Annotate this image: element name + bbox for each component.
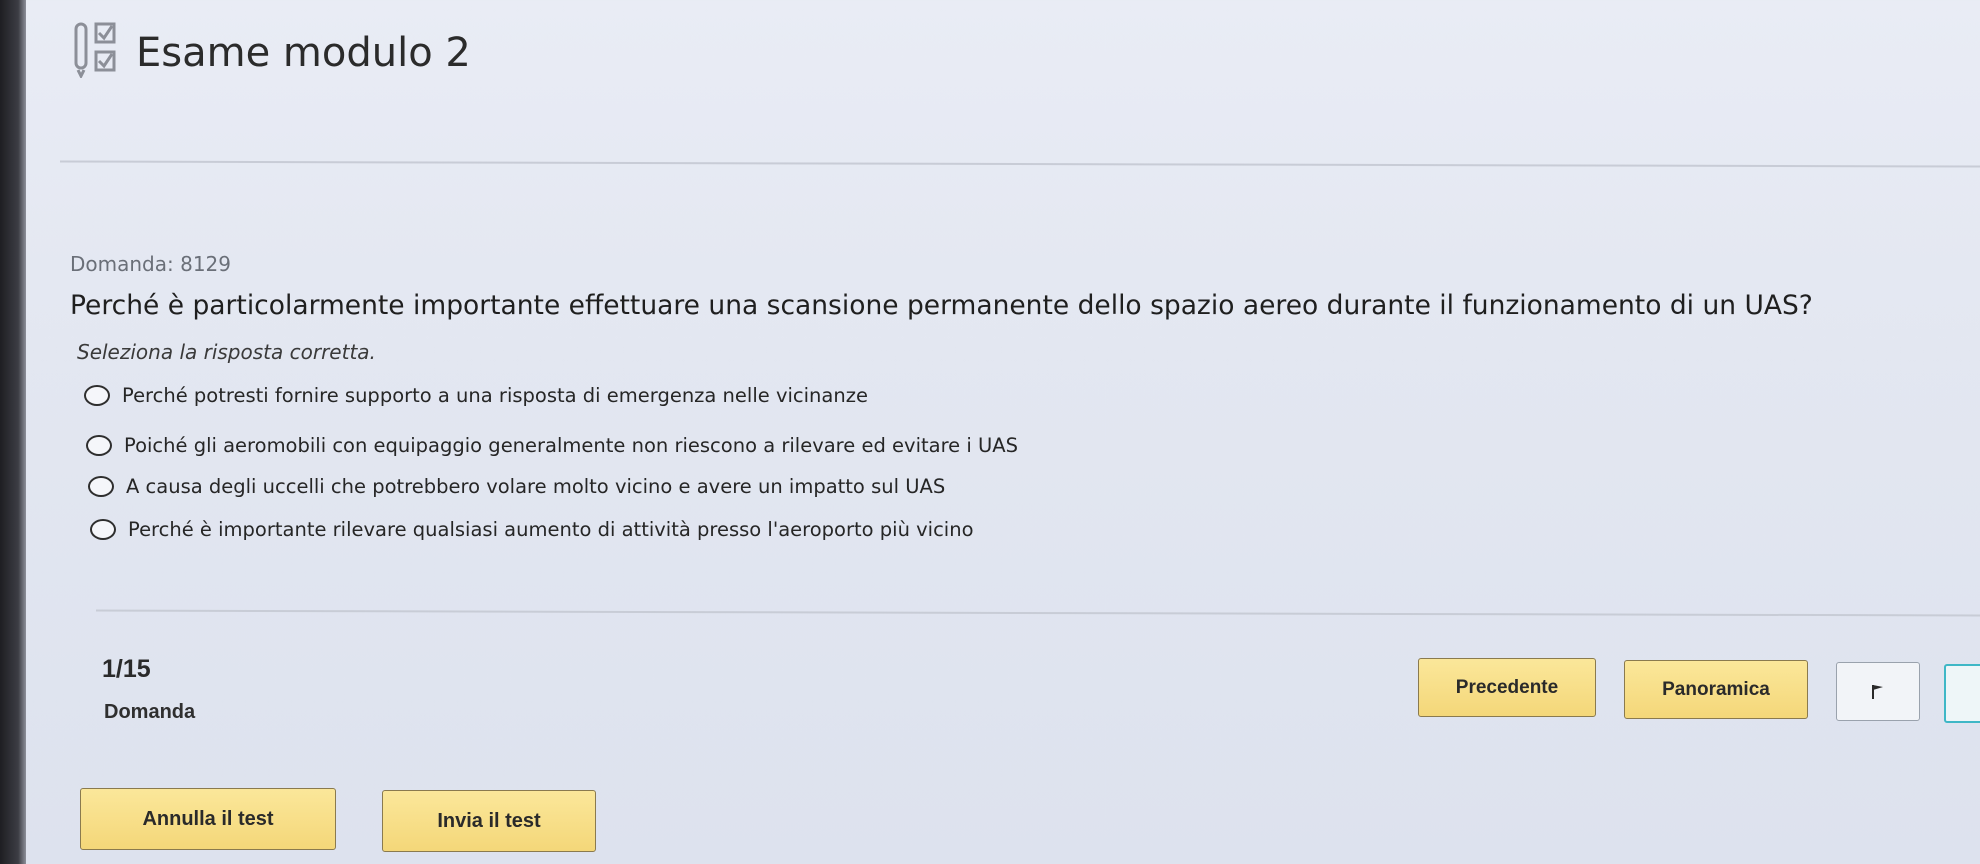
question-id: Domanda: 8129 [70,252,231,276]
flag-button[interactable] [1836,662,1920,721]
radio-button[interactable] [90,519,116,540]
radio-button[interactable] [84,385,110,406]
answer-option-label: Perché potresti fornire supporto a una r… [122,384,868,407]
answer-instruction: Seleziona la risposta corretta. [77,340,376,364]
exam-checklist-icon [74,22,116,78]
answer-option-3[interactable]: A causa degli uccelli che potrebbero vol… [88,475,945,498]
question-counter-label: Domanda [104,701,196,723]
answer-option-1[interactable]: Perché potresti fornire supporto a una r… [84,384,868,407]
page-title: Esame modulo 2 [136,30,471,76]
page-header [26,0,1980,165]
question-text: Perché è particolarmente importante effe… [70,290,1813,321]
next-button[interactable] [1944,664,1980,723]
submit-test-button[interactable]: Invia il test [382,790,596,852]
radio-button[interactable] [88,476,114,497]
previous-button[interactable]: Precedente [1418,658,1596,717]
screen-bezel [0,0,26,864]
question-counter: 1/15 [102,655,151,683]
radio-button[interactable] [86,435,112,456]
flag-icon [1872,684,1883,699]
answer-option-label: A causa degli uccelli che potrebbero vol… [126,475,946,498]
cancel-test-button[interactable]: Annulla il test [80,788,336,850]
answer-option-4[interactable]: Perché è importante rilevare qualsiasi a… [90,518,974,541]
answer-option-2[interactable]: Poiché gli aeromobili con equipaggio gen… [86,434,1018,457]
footer-divider [96,609,1980,617]
answer-option-label: Perché è importante rilevare qualsiasi a… [128,518,974,541]
overview-button[interactable]: Panoramica [1624,660,1808,719]
answer-option-label: Poiché gli aeromobili con equipaggio gen… [124,434,1018,457]
